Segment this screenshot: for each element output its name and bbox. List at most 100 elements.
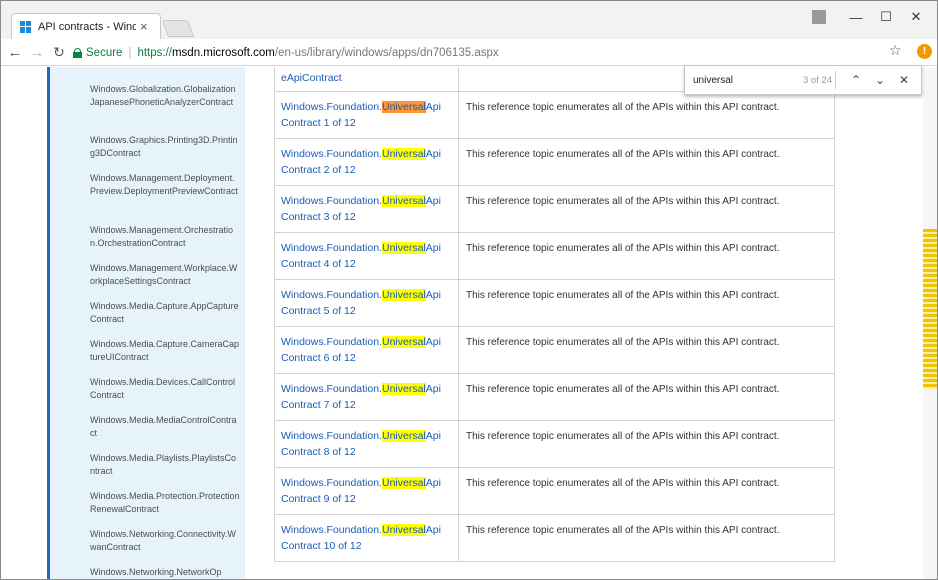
sidebar-item[interactable]: Windows.Media.Protection.ProtectionRenew… xyxy=(90,490,240,516)
find-highlight: Universal xyxy=(381,477,426,489)
find-next-button[interactable]: ⌄ xyxy=(868,73,892,87)
contract-description: This reference topic enumerates all of t… xyxy=(466,384,780,395)
minimize-button[interactable]: — xyxy=(843,5,869,29)
contract-description: This reference topic enumerates all of t… xyxy=(466,337,780,348)
sidebar-item[interactable]: Windows.Networking.NetworkOp xyxy=(90,566,240,579)
user-profile-icon[interactable] xyxy=(807,5,831,29)
contract-link-prefix: Windows.Foundation. xyxy=(281,289,382,301)
sidebar-item[interactable]: Windows.Management.Workplace.WorkplaceSe… xyxy=(90,262,240,288)
contract-link[interactable]: Windows.Foundation.UniversalApi Contract… xyxy=(275,139,459,185)
url-path: /en-us/library/windows/apps/dn706135.asp… xyxy=(274,46,499,59)
contract-description: This reference topic enumerates all of t… xyxy=(466,431,780,442)
url-host: msdn.microsoft.com xyxy=(171,46,275,59)
find-highlight: Universal xyxy=(381,336,426,348)
find-highlight: Universal xyxy=(381,242,426,254)
tab-close-icon[interactable]: × xyxy=(140,19,148,34)
new-tab-button[interactable] xyxy=(161,20,195,37)
sidebar-item[interactable]: Windows.Media.Capture.CameraCaptureUICon… xyxy=(90,338,240,364)
find-close-button[interactable]: ✕ xyxy=(892,73,916,87)
sidebar-item[interactable]: Windows.Media.Playlists.PlaylistsContrac… xyxy=(90,452,240,478)
table-row: Windows.Foundation.UniversalApi Contract… xyxy=(275,374,834,421)
contract-link[interactable]: Windows.Foundation.UniversalApi Contract… xyxy=(275,374,459,420)
url-scheme: https:// xyxy=(137,46,172,59)
sidebar-nav: Windows.Globalization.GlobalizationJapan… xyxy=(50,67,245,579)
contract-link[interactable]: Windows.Foundation.UniversalApi Contract… xyxy=(275,468,459,514)
sidebar-item[interactable]: Windows.Globalization.GlobalizationJapan… xyxy=(90,83,240,109)
table-row: Windows.Foundation.UniversalApi Contract… xyxy=(275,515,834,562)
contract-link-prefix: Windows.Foundation. xyxy=(281,477,382,489)
browser-window: API contracts - Windows × — ☐ ✕ ← → ↻ Se… xyxy=(0,0,938,580)
forward-button[interactable]: → xyxy=(27,42,47,62)
contract-link-prefix: Windows.Foundation. xyxy=(281,430,382,442)
browser-toolbar: ← → ↻ Secure | https://msdn.microsoft.co… xyxy=(1,39,937,66)
contract-description: This reference topic enumerates all of t… xyxy=(466,102,780,113)
close-window-button[interactable]: ✕ xyxy=(901,5,931,29)
find-highlight: Universal xyxy=(381,430,426,442)
sidebar-item[interactable]: Windows.Media.Capture.AppCaptureContract xyxy=(90,300,240,326)
find-highlight: Universal xyxy=(381,289,426,301)
sidebar-item[interactable]: Windows.Media.Devices.CallControlContrac… xyxy=(90,376,240,402)
table-row: Windows.Foundation.UniversalApi Contract… xyxy=(275,280,834,327)
find-highlight: Universal xyxy=(381,195,426,207)
contract-description: This reference topic enumerates all of t… xyxy=(466,290,780,301)
tab-title: API contracts - Windows xyxy=(38,20,136,33)
find-highlight: Universal xyxy=(381,101,426,113)
table-row: Windows.Foundation.UniversalApi Contract… xyxy=(275,186,834,233)
sidebar-item[interactable]: Windows.Networking.Connectivity.WwanCont… xyxy=(90,528,240,554)
windows-logo-icon xyxy=(20,20,32,33)
sidebar-item[interactable]: Windows.Management.Deployment.Preview.De… xyxy=(90,172,240,198)
table-row: Windows.Foundation.UniversalApi Contract… xyxy=(275,327,834,374)
find-match-scroll-markers xyxy=(923,229,937,389)
maximize-button[interactable]: ☐ xyxy=(873,5,899,29)
lock-icon xyxy=(73,47,82,58)
sidebar-item[interactable]: Windows.Media.MediaControlContract xyxy=(90,414,240,440)
contract-link[interactable]: Windows.Foundation.UniversalApi Contract… xyxy=(275,327,459,373)
contract-description: This reference topic enumerates all of t… xyxy=(466,478,780,489)
contract-link-prefix: Windows.Foundation. xyxy=(281,383,382,395)
contract-link-prefix: Windows.Foundation. xyxy=(281,242,382,254)
find-highlight: Universal xyxy=(381,148,426,160)
contract-link-prefix: Windows.Foundation. xyxy=(281,101,382,113)
contract-link[interactable]: Windows.Foundation.UniversalApi Contract… xyxy=(275,92,459,138)
find-highlight: Universal xyxy=(381,383,426,395)
browser-tab[interactable]: API contracts - Windows × xyxy=(11,13,161,39)
url-separator: | xyxy=(128,46,132,59)
contract-link[interactable]: Windows.Foundation.UniversalApi Contract… xyxy=(275,421,459,467)
secure-label: Secure xyxy=(86,46,123,59)
address-bar[interactable]: Secure | https://msdn.microsoft.com/en-u… xyxy=(73,42,913,63)
contract-link-prefix: Windows.Foundation. xyxy=(281,336,382,348)
contract-description: This reference topic enumerates all of t… xyxy=(466,525,780,536)
contract-link[interactable]: Windows.Foundation.UniversalApi Contract… xyxy=(275,186,459,232)
table-row: Windows.Foundation.UniversalApi Contract… xyxy=(275,233,834,280)
find-previous-button[interactable]: ⌃ xyxy=(844,73,868,87)
page-content: Windows.Globalization.GlobalizationJapan… xyxy=(1,67,937,579)
contract-link[interactable]: Windows.Foundation.UniversalApi Contract… xyxy=(275,233,459,279)
back-button[interactable]: ← xyxy=(5,42,25,62)
reload-button[interactable]: ↻ xyxy=(49,42,69,62)
find-highlight: Universal xyxy=(381,524,426,536)
contract-link[interactable]: Windows.Foundation.UniversalApi Contract… xyxy=(275,280,459,326)
contract-link[interactable]: eApiContract xyxy=(275,67,459,91)
table-row: Windows.Foundation.UniversalApi Contract… xyxy=(275,468,834,515)
title-bar: API contracts - Windows × — ☐ ✕ xyxy=(1,1,937,39)
table-row: Windows.Foundation.UniversalApi Contract… xyxy=(275,421,834,468)
sidebar-item[interactable]: Windows.Graphics.Printing3D.Printing3DCo… xyxy=(90,134,240,160)
sidebar-item[interactable]: Windows.Management.Orchestration.Orchest… xyxy=(90,224,240,250)
contract-link-prefix: Windows.Foundation. xyxy=(281,524,382,536)
contract-description: This reference topic enumerates all of t… xyxy=(466,149,780,160)
find-input[interactable] xyxy=(685,74,777,86)
bookmark-star-icon[interactable]: ☆ xyxy=(889,42,902,59)
contract-link-text: eApiContract xyxy=(281,71,342,84)
table-row: Windows.Foundation.UniversalApi Contract… xyxy=(275,92,834,139)
contract-description: This reference topic enumerates all of t… xyxy=(466,196,780,207)
contract-link-prefix: Windows.Foundation. xyxy=(281,148,382,160)
find-match-count: 3 of 24 xyxy=(803,74,833,86)
contract-link-prefix: Windows.Foundation. xyxy=(281,195,382,207)
table-row: Windows.Foundation.UniversalApi Contract… xyxy=(275,139,834,186)
contracts-table: eApiContract Windows.Foundation.Universa… xyxy=(274,67,835,562)
extension-alert-icon[interactable]: ! xyxy=(917,44,932,59)
find-divider xyxy=(835,71,836,89)
contract-link[interactable]: Windows.Foundation.UniversalApi Contract… xyxy=(275,515,459,561)
contract-description: This reference topic enumerates all of t… xyxy=(466,243,780,254)
find-bar: 3 of 24 ⌃ ⌄ ✕ xyxy=(684,65,922,95)
